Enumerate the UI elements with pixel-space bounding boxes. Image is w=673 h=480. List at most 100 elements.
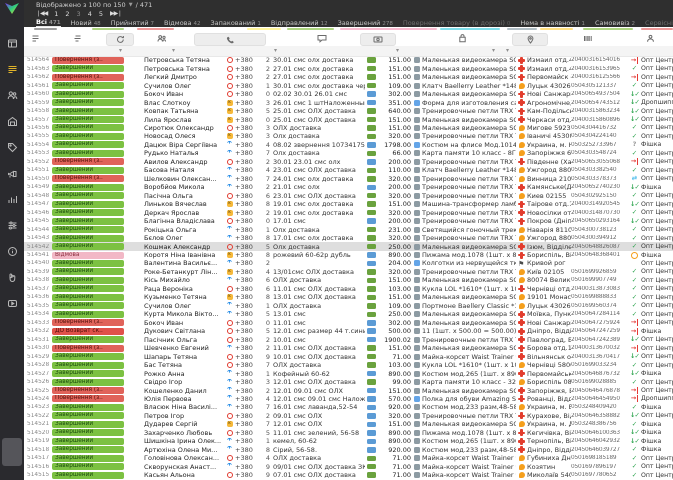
order-note[interactable]: 12.01 смс 09.01 смс Наложен... xyxy=(273,395,365,403)
delivery-status-icon[interactable] xyxy=(630,184,639,191)
tracking-number[interactable]: 20450646042932 xyxy=(571,438,628,444)
tracking-column-icon[interactable] xyxy=(580,33,596,44)
customers-column-icon[interactable] xyxy=(154,33,170,44)
order-id[interactable]: 514527 xyxy=(24,371,52,377)
order-id[interactable]: 514560 xyxy=(24,91,52,97)
order-note[interactable]: ОЛХ доставка xyxy=(273,124,365,132)
phone-number[interactable]: +380 xyxy=(235,90,260,98)
order-note[interactable]: 12.01 смс ОЛХ доставка xyxy=(273,378,365,386)
order-id[interactable]: 514516 xyxy=(24,464,52,470)
delivery-city[interactable]: Таірове отд.139 xyxy=(527,200,571,208)
order-id[interactable]: 514531 xyxy=(24,337,52,343)
table-row[interactable]: 514557 Завершений Лила Ярослав +380 0 25… xyxy=(24,115,673,124)
phone-number[interactable]: +380 xyxy=(235,471,260,479)
order-id[interactable]: 514551 xyxy=(24,167,52,173)
delivery-city[interactable]: Чернівці отд.7 xyxy=(527,285,571,293)
status-badge[interactable]: Завершений xyxy=(52,437,124,445)
delivery-status-icon[interactable] xyxy=(631,319,639,327)
table-row[interactable]: 514555 Завершений Новосад Олеся +380 3 О… xyxy=(24,132,673,140)
page-size-caret-icon[interactable]: ▼ xyxy=(129,2,133,8)
order-note[interactable]: 12.01 смс размер 44 т.синий xyxy=(273,327,365,335)
customer-name[interactable]: Бокоч Иван xyxy=(144,319,224,327)
filter-caret-icon[interactable] xyxy=(506,47,509,54)
delivery-status-icon[interactable] xyxy=(632,226,637,233)
delivery-city[interactable]: Павлоград, Від... xyxy=(527,336,571,344)
sidebar-item-price-tags[interactable] xyxy=(0,134,24,160)
customer-name[interactable]: Ковпак Татьяна xyxy=(144,107,224,115)
order-note[interactable]: 02.02 30.01 26.01 смс xyxy=(273,90,365,98)
order-id[interactable]: 514538 xyxy=(24,277,52,283)
status-badge[interactable]: Завершений xyxy=(52,403,124,411)
delivery-city[interactable]: Рованці, Відділ... xyxy=(527,395,571,403)
table-row[interactable]: 514530 Повернення (з.. Шевченко Евгений … xyxy=(24,344,673,352)
order-note[interactable]: 12.01 смс ОЛХ xyxy=(273,420,365,428)
order-id[interactable]: 514539 xyxy=(24,269,52,275)
delivery-status-icon[interactable] xyxy=(632,311,637,318)
status-tab[interactable]: Новий 48 xyxy=(71,19,101,27)
table-row[interactable]: 514546 Завершений Деркач Ярослав +380 2 … xyxy=(24,208,673,217)
results-range-label[interactable]: Відображено з 100 по 150 xyxy=(36,1,126,9)
tracking-number[interactable]: 0501699560374 xyxy=(571,303,628,309)
table-row[interactable]: 514551 Завершений Басова Наталя +380 4 2… xyxy=(24,166,673,174)
table-row[interactable]: 514536 Завершений Кузьменко Тетяна +380 … xyxy=(24,293,673,301)
tracking-number[interactable]: 20450654743512 xyxy=(571,100,628,106)
filter-caret-icon[interactable] xyxy=(396,47,399,54)
product-cell[interactable]: Майка-корсет Waist Trainer *142... xyxy=(414,454,516,462)
delivery-city[interactable]: Измаил отд.4 xyxy=(527,56,571,64)
order-id[interactable]: 514546 xyxy=(24,210,52,216)
order-note[interactable]: 08.02 звернення 10734175 фі... xyxy=(273,141,365,149)
customer-name[interactable]: Захарченко Любовь xyxy=(144,429,224,437)
status-badge[interactable]: Завершений xyxy=(52,132,124,140)
order-note[interactable]: ОЛХ доставка xyxy=(273,276,365,284)
table-row[interactable]: 514547 Завершений Линьков Вячеслав +380 … xyxy=(24,200,673,208)
tracking-number[interactable]: 20450647242389 xyxy=(571,337,628,343)
product-cell[interactable]: Костюм на флисе Мод.1014 (1ш... xyxy=(414,141,516,149)
customer-name[interactable]: Раца Вероніка xyxy=(144,285,224,293)
tracking-number[interactable]: 20400314870730 xyxy=(571,210,628,216)
status-badge[interactable]: Завершений xyxy=(52,420,124,428)
delivery-status-icon[interactable] xyxy=(630,218,639,225)
customer-name[interactable]: Кісь Михайло xyxy=(144,276,224,284)
status-badge[interactable]: Завершений xyxy=(52,99,124,107)
status-badge[interactable]: Завершений xyxy=(52,124,124,132)
phone-number[interactable]: +380 xyxy=(235,200,260,208)
delivery-city[interactable]: Первомайск от... xyxy=(527,73,571,81)
delivery-status-icon[interactable] xyxy=(632,302,637,309)
order-note[interactable]: Олх доставка xyxy=(273,132,365,140)
status-badge[interactable]: Завершений xyxy=(52,192,124,200)
phone-number[interactable]: +380 xyxy=(235,65,260,73)
order-note[interactable]: Сірий, 56-58. xyxy=(273,446,365,454)
order-id[interactable]: 514522 xyxy=(24,413,52,419)
product-cell[interactable]: Кукла LOL *1610* (1шт. х 103.00... xyxy=(414,361,516,369)
product-cell[interactable]: Маленькая видеокамера SQ8 *... xyxy=(414,124,516,132)
phone-number[interactable]: +380 xyxy=(235,107,260,115)
customer-name[interactable]: Деркач Ярослав xyxy=(144,209,224,217)
delivery-city[interactable]: Дніпро, Відділе... xyxy=(527,446,571,454)
customer-name[interactable]: Скворунская Анаст... xyxy=(144,463,224,471)
product-cell[interactable]: Костюм мод.233 разм,48-58 (1... xyxy=(414,446,516,454)
tracking-number[interactable]: 0503248386756 xyxy=(571,421,628,427)
delivery-city[interactable]: Киев 02155 xyxy=(527,192,571,200)
status-badge[interactable]: Повернення (з.. xyxy=(52,319,124,327)
order-id[interactable]: 514518 xyxy=(24,447,52,453)
order-note[interactable]: 25.01 смс ОЛХ доставка xyxy=(273,107,365,115)
table-row[interactable]: 514526 Завершений Свідро Ігор +380 3 12.… xyxy=(24,378,673,386)
status-badge[interactable]: Повернення (з.. xyxy=(52,175,124,183)
product-cell[interactable]: Тренировочные петли TRX Train... xyxy=(414,217,516,225)
order-note[interactable]: 30.01 23.01 смс олх xyxy=(273,158,365,166)
product-cell[interactable]: Маленькая видеокамера SQ8 *... xyxy=(414,293,516,301)
status-badge[interactable]: Повернення (з.. xyxy=(52,344,124,352)
tracking-number[interactable]: 0504303378373 xyxy=(571,176,628,182)
order-note[interactable]: 16.01 смс лаванда,52-54 xyxy=(273,403,365,411)
order-id[interactable]: 514552 xyxy=(24,159,52,165)
sidebar-bottom-panel[interactable] xyxy=(2,438,22,466)
status-badge[interactable]: Завершений xyxy=(52,454,124,462)
delivery-city[interactable]: Козятин xyxy=(527,463,571,471)
delivery-city[interactable]: Украина, м. Но... xyxy=(527,141,571,149)
customer-name[interactable]: Пасічник Ольга xyxy=(144,336,224,344)
tracking-number[interactable]: 0503248409420 xyxy=(571,404,628,410)
phone-number[interactable]: +380 xyxy=(235,124,260,132)
order-note[interactable]: 10.01 смс xyxy=(273,336,365,344)
customer-name[interactable]: Рокіцька Ольга xyxy=(144,226,224,234)
status-badge[interactable]: Завершений xyxy=(52,370,124,378)
